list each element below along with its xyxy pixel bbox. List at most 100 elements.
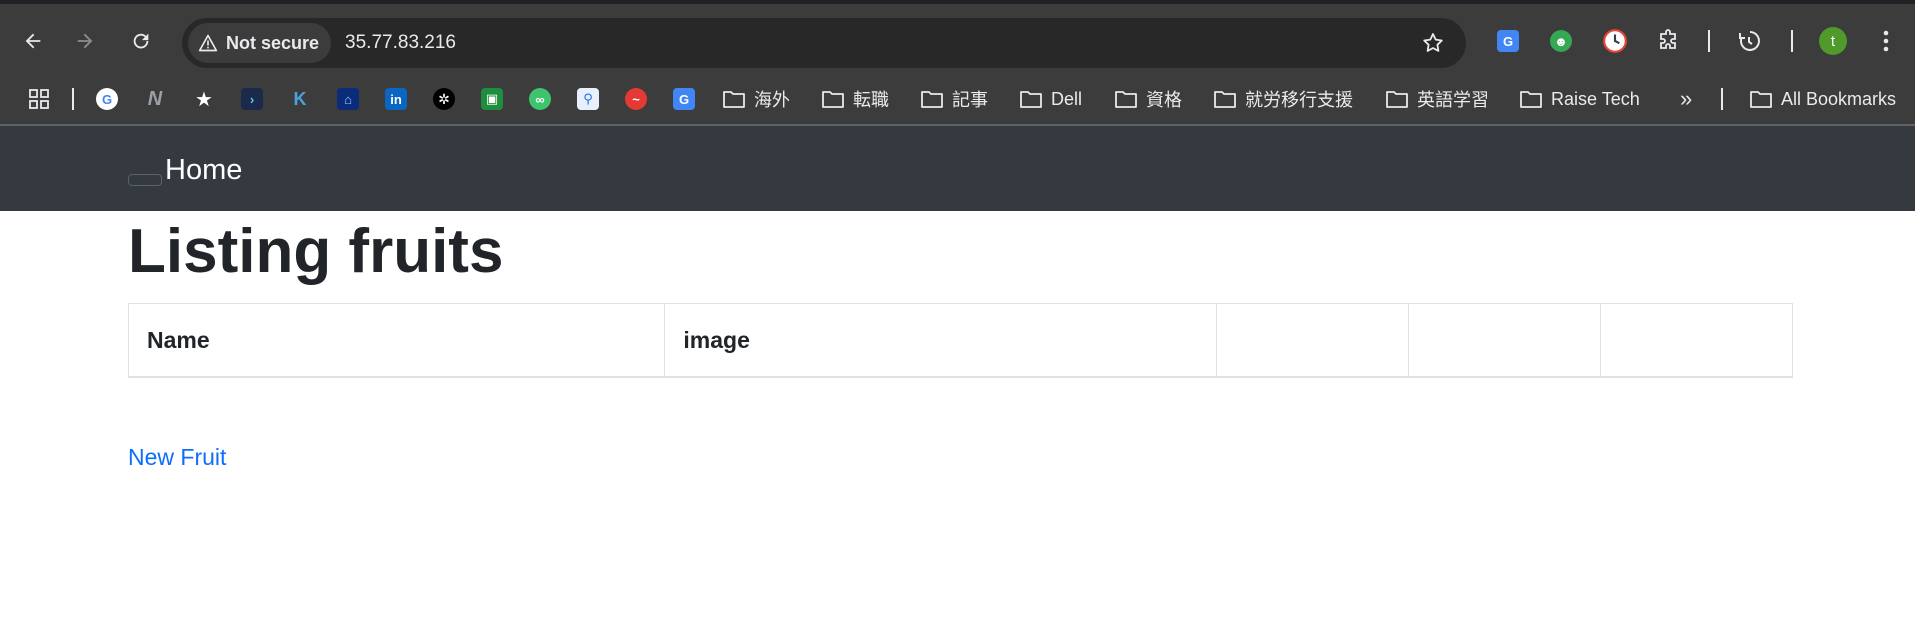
site-navbar: Home	[0, 126, 1915, 211]
bookmark-folder[interactable]: 転職	[821, 85, 889, 113]
warning-icon	[198, 34, 218, 52]
folder-icon	[1115, 91, 1137, 108]
folder-icon	[822, 91, 844, 108]
prompt-icon: ›	[241, 88, 263, 110]
puzzle-icon	[1660, 29, 1676, 49]
bookmark-notion[interactable]: N	[141, 85, 169, 113]
column-header-blank	[1215, 303, 1409, 378]
bookmark-folder[interactable]: Raise Tech	[1519, 85, 1640, 113]
column-header-image: image	[664, 303, 1217, 378]
security-label: Not secure	[226, 32, 320, 53]
bookmark-lighthouse[interactable]: ⌂	[334, 85, 362, 113]
lighthouse-icon: ⌂	[337, 88, 359, 110]
star-icon: ★	[195, 88, 213, 111]
toolbar-separator	[1708, 30, 1710, 52]
bookmark-translate[interactable]: G	[670, 85, 698, 113]
main-content: Listing fruits Name image New Fruit	[128, 211, 1793, 471]
history-icon	[1739, 31, 1760, 51]
folder-icon	[1520, 91, 1542, 108]
arrow-right-icon	[77, 33, 93, 49]
clock-icon	[1603, 29, 1627, 53]
table-header: Name image	[128, 303, 1793, 378]
column-header-blank	[1407, 303, 1601, 378]
kebab-menu-icon	[1883, 30, 1889, 52]
bookmark-folder[interactable]: 英語学習	[1385, 85, 1489, 113]
clock-extension[interactable]	[1599, 25, 1631, 57]
security-chip[interactable]: Not secure	[188, 23, 332, 63]
plug-icon: ⚲	[577, 88, 599, 110]
all-bookmarks-button[interactable]: All Bookmarks	[1749, 85, 1896, 113]
reload-button[interactable]	[122, 22, 160, 60]
folder-icon	[921, 91, 943, 108]
bookmark-folder-label: 英語学習	[1417, 90, 1489, 110]
translate-icon: G	[673, 88, 695, 110]
android-icon: ▣	[481, 88, 503, 110]
linkedin-icon: in	[385, 88, 407, 110]
bookmark-folder[interactable]: 資格	[1114, 85, 1182, 113]
bookmark-handshake[interactable]: ∞	[526, 85, 554, 113]
google-icon: G	[96, 88, 118, 110]
column-header-name: Name	[128, 303, 665, 378]
red-logo-icon: ~	[625, 88, 647, 110]
all-bookmarks-label: All Bookmarks	[1781, 88, 1897, 109]
menu-button[interactable]	[1870, 25, 1902, 57]
reload-icon	[133, 33, 149, 49]
chatgpt-icon: ✲	[433, 88, 455, 110]
address-bar[interactable]: Not secure 35.77.83.216	[182, 18, 1466, 68]
bookmark-folder-label: 転職	[853, 90, 889, 110]
bookmark-google[interactable]: G	[93, 85, 121, 113]
bookmark-prompt[interactable]: ›	[238, 85, 266, 113]
forward-button[interactable]	[66, 22, 104, 60]
apps-button[interactable]	[25, 85, 53, 113]
chevron-double-right-icon: »	[1680, 86, 1693, 111]
folder-icon	[1750, 91, 1772, 108]
bookmark-android[interactable]: ▣	[478, 85, 506, 113]
table-header-row: Name image	[128, 303, 1793, 378]
navbar-brand-home[interactable]: Home	[165, 154, 242, 187]
bookmark-linkedin[interactable]: in	[382, 85, 410, 113]
bookmark-folder[interactable]: 海外	[722, 85, 790, 113]
fruits-table: Name image	[128, 303, 1793, 378]
bookmark-starred[interactable]: ★	[190, 85, 218, 113]
toolbar-separator	[1791, 30, 1793, 52]
browser-chrome: Not secure 35.77.83.216 G ☻ t G N ★ › K …	[0, 0, 1915, 126]
folder-icon	[1020, 91, 1042, 108]
bookmark-plug[interactable]: ⚲	[574, 85, 602, 113]
handshake-icon: ∞	[529, 88, 551, 110]
new-fruit-link[interactable]: New Fruit	[128, 444, 226, 471]
robot-extension[interactable]: ☻	[1545, 25, 1577, 57]
bookmark-chatgpt[interactable]: ✲	[430, 85, 458, 113]
k-logo-icon: K	[293, 88, 307, 109]
bookmark-folder-label: 資格	[1146, 90, 1182, 110]
bookmark-folder[interactable]: Dell	[1019, 85, 1082, 113]
bookmark-folder-label: Raise Tech	[1551, 88, 1640, 109]
translate-icon: G	[1497, 30, 1519, 52]
history-button[interactable]	[1733, 25, 1765, 57]
google-translate-extension[interactable]: G	[1492, 25, 1524, 57]
bookmarks-separator	[72, 88, 74, 110]
bookmark-folder[interactable]: 就労移行支援	[1213, 85, 1353, 113]
bookmark-folder-label: 海外	[754, 90, 790, 110]
bookmark-red-app[interactable]: ~	[622, 85, 650, 113]
bookmark-folder-label: Dell	[1051, 88, 1083, 109]
more-bookmarks-button[interactable]: »	[1680, 85, 1692, 113]
bookmark-folder-label: 記事	[952, 90, 988, 110]
back-button[interactable]	[14, 22, 52, 60]
url-text[interactable]: 35.77.83.216	[345, 32, 456, 54]
avatar: t	[1819, 27, 1847, 55]
extensions-button[interactable]	[1652, 25, 1684, 57]
navbar-toggler[interactable]	[128, 174, 162, 186]
browser-toolbar: Not secure 35.77.83.216 G ☻ t	[0, 4, 1915, 77]
grid-icon	[29, 89, 49, 109]
profile-button[interactable]: t	[1817, 25, 1849, 57]
page-title: Listing fruits	[128, 217, 504, 286]
folder-icon	[1386, 91, 1408, 108]
notion-icon: N	[147, 87, 163, 110]
bookmark-star-button[interactable]	[1418, 28, 1448, 58]
bookmark-folder[interactable]: 記事	[920, 85, 988, 113]
folder-icon	[1214, 91, 1236, 108]
bookmarks-separator	[1721, 88, 1723, 110]
folder-icon	[723, 91, 745, 108]
robot-icon: ☻	[1550, 30, 1572, 52]
bookmark-kotlin[interactable]: K	[286, 85, 314, 113]
